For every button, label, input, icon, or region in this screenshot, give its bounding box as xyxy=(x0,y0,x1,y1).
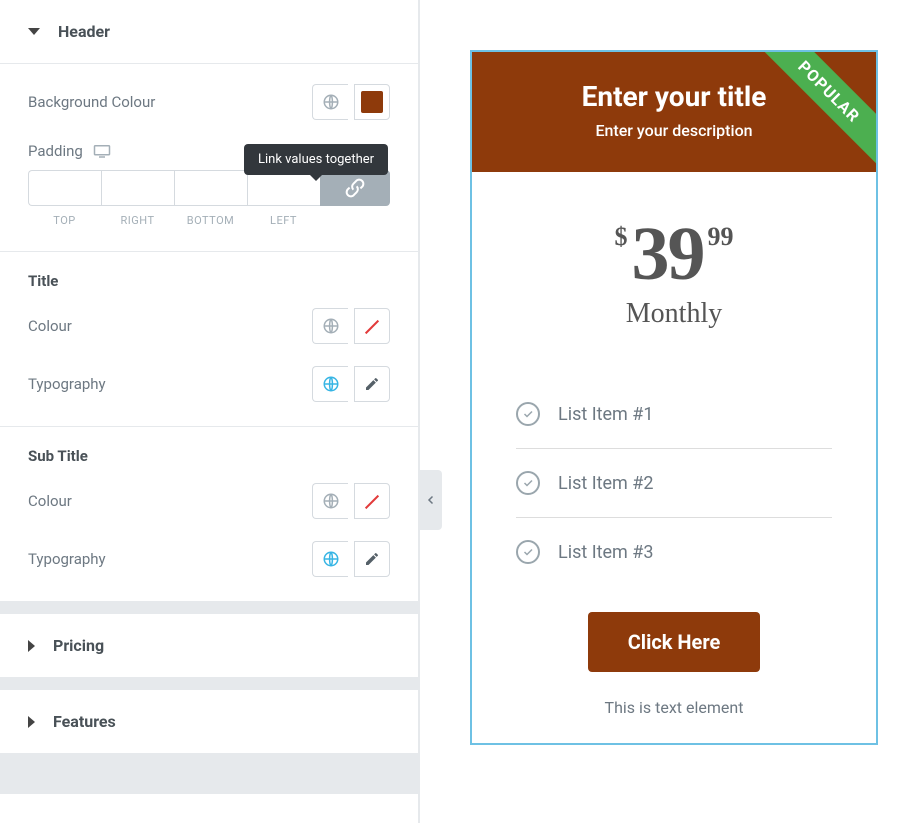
feature-list: List Item #1 List Item #2 List Item #3 xyxy=(472,350,876,596)
globe-icon xyxy=(322,317,340,335)
feature-item: List Item #3 xyxy=(516,518,832,586)
device-icon[interactable] xyxy=(93,144,111,158)
title-heading: Title xyxy=(28,272,390,290)
link-values-tooltip: Link values together xyxy=(244,144,388,175)
feature-text: List Item #2 xyxy=(558,473,654,494)
caret-right-icon xyxy=(28,716,35,728)
globe-button-sub-typo[interactable] xyxy=(312,541,348,577)
padding-label: Padding xyxy=(28,142,83,160)
style-sidebar: Header Background Colour Padding xyxy=(0,0,420,823)
globe-button-title-typo[interactable] xyxy=(312,366,348,402)
cta-label: Click Here xyxy=(628,630,721,654)
price-block: $ 39 99 Monthly xyxy=(472,172,876,350)
padding-bottom-input[interactable] xyxy=(174,170,247,206)
subtitle-colour-label: Colour xyxy=(28,492,72,510)
globe-button-bg[interactable] xyxy=(312,84,348,120)
pencil-icon xyxy=(364,376,380,392)
section-toggle-header[interactable]: Header xyxy=(0,0,418,64)
link-icon xyxy=(345,178,365,198)
section-toggle-pricing[interactable]: Pricing xyxy=(0,614,418,678)
section-title: Pricing xyxy=(53,636,104,655)
title-typography-label: Typography xyxy=(28,375,106,393)
section-title: Features xyxy=(53,712,116,731)
subtitle-colour-swatch[interactable] xyxy=(354,483,390,519)
globe-button-title-colour[interactable] xyxy=(312,308,348,344)
section-body-header: Background Colour Padding xyxy=(0,64,418,252)
tooltip-text: Link values together xyxy=(258,152,374,167)
no-colour-icon xyxy=(361,490,383,512)
canvas-preview: POPULAR Enter your title Enter your desc… xyxy=(420,0,921,823)
subtitle-group: Sub Title Colour Typography xyxy=(0,427,418,602)
section-title: Header xyxy=(58,22,110,41)
caret-right-icon xyxy=(28,640,35,652)
globe-button-sub-colour[interactable] xyxy=(312,483,348,519)
currency-symbol: $ xyxy=(615,222,628,252)
price-cents: 99 xyxy=(708,222,734,252)
section-toggle-features[interactable]: Features xyxy=(0,690,418,754)
title-colour-label: Colour xyxy=(28,317,72,335)
link-values-button[interactable] xyxy=(320,170,390,206)
title-colour-swatch[interactable] xyxy=(354,308,390,344)
globe-icon xyxy=(322,492,340,510)
feature-text: List Item #1 xyxy=(558,404,654,425)
check-circle-icon xyxy=(516,540,540,564)
globe-icon xyxy=(322,93,340,111)
pad-label-top: TOP xyxy=(28,214,101,227)
pad-label-bottom: BOTTOM xyxy=(174,214,247,227)
card-footer-text: This is text element xyxy=(472,680,876,743)
title-typography-edit[interactable] xyxy=(354,366,390,402)
chevron-left-icon xyxy=(425,493,437,507)
price-amount: 39 xyxy=(632,216,704,292)
pencil-icon xyxy=(364,551,380,567)
pricing-card[interactable]: POPULAR Enter your title Enter your desc… xyxy=(470,50,878,745)
pad-label-right: RIGHT xyxy=(101,214,174,227)
check-circle-icon xyxy=(516,402,540,426)
bg-colour-swatch[interactable] xyxy=(354,84,390,120)
panel-collapse-handle[interactable] xyxy=(420,470,442,530)
subtitle-typography-label: Typography xyxy=(28,550,106,568)
cta-button[interactable]: Click Here xyxy=(588,612,761,672)
caret-down-icon xyxy=(28,28,40,35)
ribbon-text: POPULAR xyxy=(794,57,863,126)
feature-item: List Item #2 xyxy=(516,449,832,518)
padding-top-input[interactable] xyxy=(28,170,101,206)
title-group: Title Colour Typography xyxy=(0,252,418,427)
colour-swatch-icon xyxy=(361,91,383,113)
subtitle-typography-edit[interactable] xyxy=(354,541,390,577)
card-description: Enter your description xyxy=(488,121,860,140)
no-colour-icon xyxy=(361,315,383,337)
card-header: POPULAR Enter your title Enter your desc… xyxy=(472,52,876,172)
globe-icon xyxy=(322,550,340,568)
bg-colour-label: Background Colour xyxy=(28,93,155,111)
padding-right-input[interactable] xyxy=(101,170,174,206)
feature-item: List Item #1 xyxy=(516,380,832,449)
subtitle-heading: Sub Title xyxy=(28,447,390,465)
check-circle-icon xyxy=(516,471,540,495)
feature-text: List Item #3 xyxy=(558,542,654,563)
pad-label-left: LEFT xyxy=(247,214,320,227)
price-period: Monthly xyxy=(492,298,856,330)
globe-icon xyxy=(322,375,340,393)
